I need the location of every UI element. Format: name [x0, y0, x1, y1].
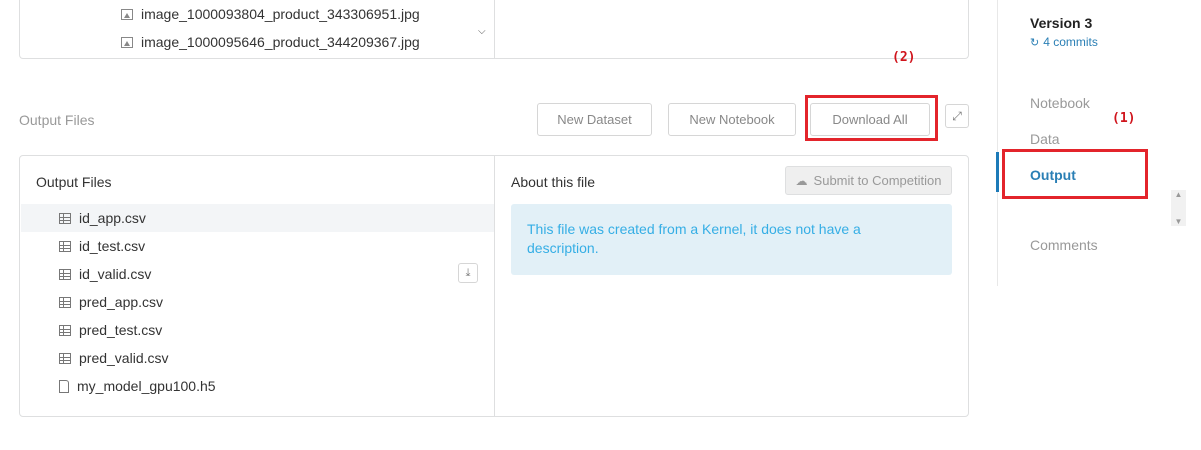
sidebar-divider	[997, 0, 998, 286]
version-title: Version 3	[1030, 15, 1093, 31]
about-file-title: About this file	[511, 174, 596, 190]
highlight-box-output	[1002, 149, 1148, 199]
expand-icon[interactable]: ⤢	[945, 104, 969, 128]
history-icon: ↻	[1030, 36, 1040, 49]
file-name: id_valid.csv	[79, 266, 152, 282]
table-icon	[59, 212, 71, 224]
sidebar-item-data[interactable]: Data	[1030, 131, 1060, 147]
file-row[interactable]: image_1000095646_product_344209367.jpg	[121, 34, 420, 50]
list-item[interactable]: id_app.csv	[21, 204, 494, 232]
file-name: pred_app.csv	[79, 294, 164, 310]
chevron-down-icon[interactable]: ⌵	[478, 26, 486, 37]
commits-link[interactable]: ↻ 4 commits	[1030, 35, 1098, 49]
output-file-list: Output Files id_app.csv id_test.csv id_v…	[20, 156, 495, 416]
list-item[interactable]: id_valid.csv	[21, 260, 494, 288]
new-dataset-button[interactable]: New Dataset	[537, 103, 652, 136]
table-icon	[59, 240, 71, 252]
sidebar-item-notebook[interactable]: Notebook	[1030, 95, 1090, 111]
cloud-upload-icon: ☁	[795, 173, 808, 188]
table-icon	[59, 296, 71, 308]
input-files-panel: image_1000093804_product_343306951.jpg i…	[19, 0, 969, 59]
list-item[interactable]: pred_valid.csv	[21, 344, 494, 372]
file-name: id_app.csv	[79, 210, 146, 226]
table-icon	[59, 352, 71, 364]
list-item[interactable]: my_model_gpu100.h5	[21, 372, 494, 400]
input-file-list[interactable]: image_1000093804_product_343306951.jpg i…	[20, 0, 495, 58]
annotation-label-2: (2)	[892, 50, 916, 65]
file-name: id_test.csv	[79, 238, 146, 254]
download-icon[interactable]: ⤓	[458, 263, 478, 283]
table-icon	[59, 324, 71, 336]
scroll-down-icon[interactable]: ▼	[1175, 217, 1183, 226]
section-title: Output Files	[19, 112, 95, 128]
image-icon	[121, 8, 133, 20]
list-item[interactable]: pred_app.csv	[21, 288, 494, 316]
image-icon	[121, 36, 133, 48]
sidebar-item-comments[interactable]: Comments	[1030, 237, 1098, 253]
table-icon	[59, 268, 71, 280]
list-item[interactable]: id_test.csv	[21, 232, 494, 260]
scrollbar[interactable]: ▲ ▼	[1171, 190, 1186, 226]
annotation-label-1: (1)	[1112, 111, 1136, 126]
commits-label: 4 commits	[1043, 35, 1098, 49]
output-files-panel: Output Files id_app.csv id_test.csv id_v…	[19, 155, 969, 417]
file-list-title: Output Files	[36, 174, 112, 190]
new-notebook-button[interactable]: New Notebook	[668, 103, 796, 136]
highlight-box-download	[805, 95, 938, 141]
active-nav-indicator	[996, 152, 999, 192]
file-icon	[59, 379, 69, 393]
file-row[interactable]: image_1000093804_product_343306951.jpg	[121, 6, 420, 22]
file-name: image_1000093804_product_343306951.jpg	[141, 6, 420, 22]
submit-label: Submit to Competition	[813, 173, 942, 188]
file-name: pred_valid.csv	[79, 350, 169, 366]
file-name: pred_test.csv	[79, 322, 163, 338]
submit-to-competition-button[interactable]: ☁ Submit to Competition	[785, 166, 952, 195]
file-name: image_1000095646_product_344209367.jpg	[141, 34, 420, 50]
file-description: This file was created from a Kernel, it …	[511, 204, 952, 275]
file-name: my_model_gpu100.h5	[77, 378, 216, 394]
scroll-up-icon[interactable]: ▲	[1175, 190, 1183, 199]
list-item[interactable]: pred_test.csv	[21, 316, 494, 344]
